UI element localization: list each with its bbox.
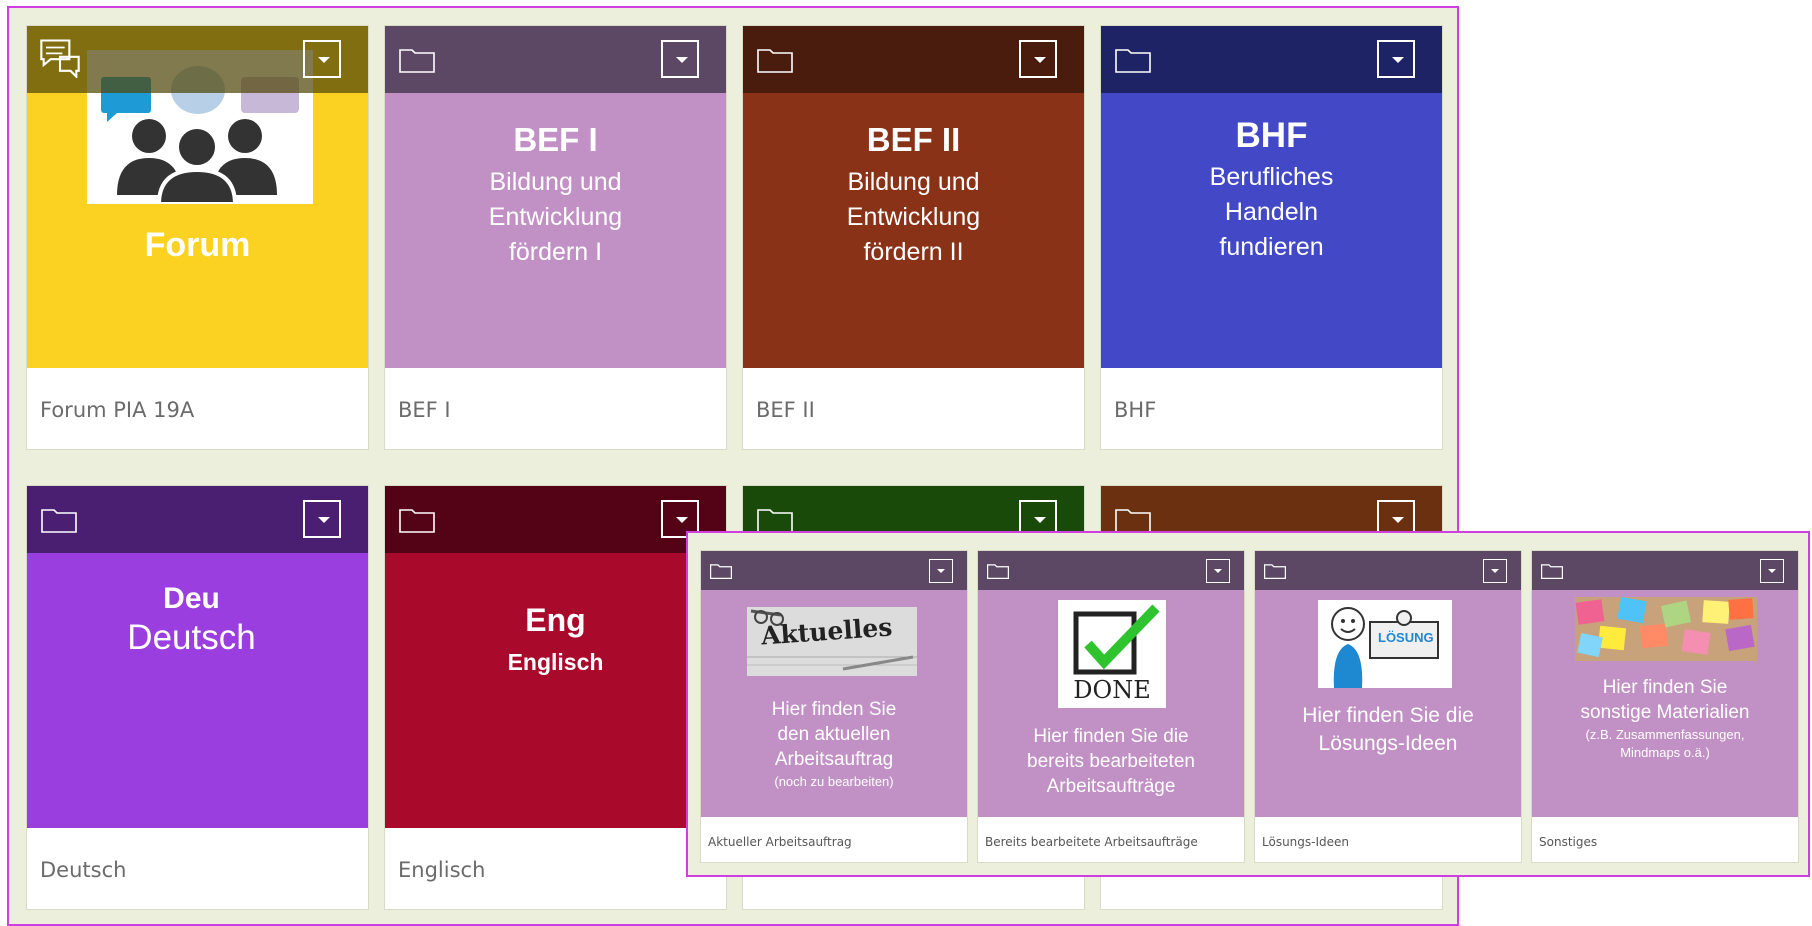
subtile-topbar xyxy=(701,551,967,590)
subtile-topbar xyxy=(1532,551,1798,590)
tile-title: Forum xyxy=(144,226,251,264)
subtile-loesungs-ideen[interactable]: LÖSUNG Hier finden Sie die Lösungs-Ideen… xyxy=(1254,550,1522,863)
tile-bef-2[interactable]: BEF II Bildung und Entwicklung fördern I… xyxy=(742,25,1085,450)
tile-footer-label[interactable]: BEF II xyxy=(756,398,815,422)
chat-bubbles-icon xyxy=(40,39,80,78)
subtile-bereits-bearbeitete[interactable]: DONE Hier finden Sie die bereits bearbei… xyxy=(977,550,1245,863)
folder-icon xyxy=(1115,509,1151,533)
tile-line: Bildung und xyxy=(847,168,980,196)
tile-deutsch[interactable]: Deu Deutsch Deutsch xyxy=(26,485,369,910)
tile-subtitle: Deutsch xyxy=(127,618,256,657)
subtile-line: Hier finden Sie die xyxy=(1033,726,1189,747)
done-label: DONE xyxy=(1073,676,1151,704)
tile-subtitle: Englisch xyxy=(507,649,604,675)
subtile-small-note: (noch zu bearbeiten) xyxy=(774,774,894,789)
subtile-line: Arbeitsauftrag xyxy=(774,749,894,770)
tile-menu-button[interactable] xyxy=(1377,40,1415,78)
tile-line: Entwicklung xyxy=(488,203,623,231)
subtile-menu-button[interactable] xyxy=(1760,559,1784,583)
subtile-line: sonstige Materialien xyxy=(1580,702,1750,723)
subtile-banner: DONE Hier finden Sie die bereits bearbei… xyxy=(978,551,1244,817)
subtile-menu-button[interactable] xyxy=(1206,559,1230,583)
tile-line: fördern I xyxy=(508,238,603,266)
tile-footer-label[interactable]: BEF I xyxy=(398,398,451,422)
tile-line: fördern II xyxy=(863,238,964,266)
sticky-notes-image xyxy=(1575,596,1757,661)
subtile-aktueller-arbeitsauftrag[interactable]: Aktuelles Hier finden Sie den aktuellen … xyxy=(700,550,968,863)
tile-englisch[interactable]: Eng Englisch Englisch xyxy=(384,485,727,910)
tile-bhf[interactable]: BHF Berufliches Handeln fundieren BHF xyxy=(1100,25,1443,450)
newspaper-image: Aktuelles xyxy=(747,607,917,676)
tile-title: BEF II xyxy=(866,121,961,158)
folder-icon xyxy=(399,49,435,73)
subtile-line: Hier finden Sie xyxy=(771,699,897,720)
subtile-sonstiges[interactable]: Hier finden Sie sonstige Materialien (z.… xyxy=(1531,550,1799,863)
tile-footer-label[interactable]: Forum PIA 19A xyxy=(40,398,194,422)
sticky-notes-icon xyxy=(1575,596,1755,658)
tile-forum[interactable]: Forum Forum PIA 19A xyxy=(26,25,369,450)
tile-line: Berufliches xyxy=(1209,163,1334,191)
subtile-small-note: Mindmaps o.ä.) xyxy=(1620,745,1710,760)
subtile-footer-label[interactable]: Bereits bearbeitete Arbeitsaufträge xyxy=(985,835,1198,849)
subtile-topbar xyxy=(1255,551,1521,590)
tile-footer-label[interactable]: Englisch xyxy=(398,858,485,882)
solution-label: LÖSUNG xyxy=(1378,630,1434,645)
subtile-footer-label[interactable]: Aktueller Arbeitsauftrag xyxy=(708,835,852,849)
subtile-banner: LÖSUNG Hier finden Sie die Lösungs-Ideen xyxy=(1255,551,1521,817)
tile-menu-button[interactable] xyxy=(303,500,341,538)
tile-title: Deu xyxy=(163,582,220,615)
subtile-menu-button[interactable] xyxy=(1483,559,1507,583)
subtile-line: bereits bearbeiteten xyxy=(1027,751,1195,772)
tile-menu-button[interactable] xyxy=(303,40,341,78)
tile-line: fundieren xyxy=(1219,233,1324,261)
solution-image: LÖSUNG xyxy=(1318,600,1452,688)
folder-icon xyxy=(1115,49,1151,73)
subtile-footer-label[interactable]: Sonstiges xyxy=(1539,835,1597,849)
tile-footer-label[interactable]: BHF xyxy=(1114,398,1156,422)
tile-line: Handeln xyxy=(1224,198,1319,226)
subtile-footer-label[interactable]: Lösungs-Ideen xyxy=(1262,835,1349,849)
subtile-line: Hier finden Sie die xyxy=(1302,704,1474,727)
subtile-small-note: (z.B. Zusammenfassungen, xyxy=(1585,727,1745,742)
tile-line: Entwicklung xyxy=(846,203,981,231)
tile-title: BEF I xyxy=(513,121,598,158)
tile-title: Eng xyxy=(525,602,586,638)
subtile-banner: Aktuelles Hier finden Sie den aktuellen … xyxy=(701,551,967,817)
folder-icon xyxy=(1541,564,1563,579)
subtile-banner: Hier finden Sie sonstige Materialien (z.… xyxy=(1532,551,1798,817)
subtile-topbar xyxy=(978,551,1244,590)
folder-icon xyxy=(399,509,435,533)
tile-menu-button[interactable] xyxy=(661,40,699,78)
folder-icon xyxy=(757,49,793,73)
folder-icon xyxy=(41,509,77,533)
subtile-line: Lösungs-Ideen xyxy=(1318,732,1458,755)
folder-icon xyxy=(757,509,793,533)
folder-icon xyxy=(1264,564,1286,579)
subfolder-panel: Aktuelles Hier finden Sie den aktuellen … xyxy=(686,531,1810,877)
subtile-line: Arbeitsaufträge xyxy=(1046,776,1176,797)
tile-bef-1[interactable]: BEF I Bildung und Entwicklung fördern I … xyxy=(384,25,727,450)
subtile-line: Hier finden Sie xyxy=(1602,677,1728,698)
subtile-line: den aktuellen xyxy=(777,724,891,745)
tile-title: BHF xyxy=(1235,116,1308,155)
subtile-menu-button[interactable] xyxy=(929,559,953,583)
folder-icon xyxy=(987,564,1009,579)
tile-line: Bildung und xyxy=(489,168,622,196)
folder-icon xyxy=(710,564,732,579)
tile-menu-button[interactable] xyxy=(1019,40,1057,78)
tile-footer-label[interactable]: Deutsch xyxy=(40,858,126,882)
done-image: DONE xyxy=(1058,600,1166,708)
